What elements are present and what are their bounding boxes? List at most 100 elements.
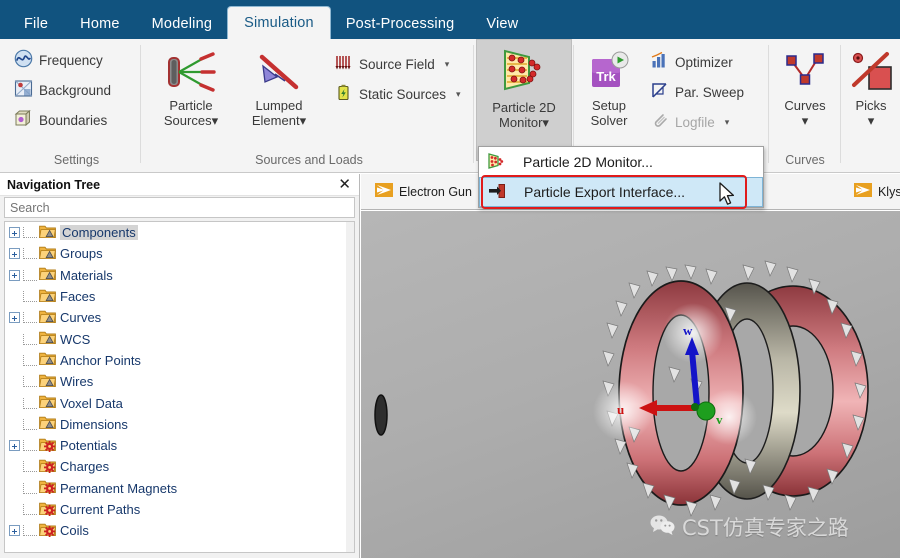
tree-item-label: Materials: [60, 267, 113, 283]
menu-item-particle-2d-monitor[interactable]: Particle 2D Monitor...: [479, 147, 763, 177]
tree-item-voxel-data[interactable]: Voxel Data: [5, 392, 354, 413]
expand-plus-icon[interactable]: [9, 227, 20, 239]
cathode-geometry: [374, 394, 388, 436]
tree-item-components[interactable]: Components: [5, 222, 354, 243]
tree-item-label: Dimensions: [60, 416, 128, 432]
tree-item-charges[interactable]: Charges: [5, 456, 354, 477]
tab-simulation[interactable]: Simulation: [228, 7, 330, 39]
tree-vertical-scrollbar[interactable]: [346, 222, 354, 552]
particle-sources-button[interactable]: Particle Sources▾: [148, 45, 234, 128]
chevron-down-icon[interactable]: ▾: [542, 115, 549, 130]
expand-plus-icon[interactable]: [9, 440, 20, 452]
particle-export-icon: [488, 183, 506, 202]
curves-label: Curves: [784, 98, 826, 113]
tree-item-groups[interactable]: Groups: [5, 243, 354, 264]
boundaries-button[interactable]: Boundaries: [10, 105, 113, 135]
background-button[interactable]: Background: [10, 75, 117, 105]
cst-studio-window: File Home Modeling Simulation Post-Proce…: [0, 0, 900, 558]
ribbon-divider-4: [768, 45, 769, 163]
tree-item-dimensions[interactable]: Dimensions: [5, 414, 354, 435]
particle-sources-label-1: Particle: [169, 98, 213, 113]
tree-item-label: Groups: [60, 246, 103, 262]
3d-viewport[interactable]: w u v: [361, 211, 900, 558]
folder-shape-icon: [39, 245, 56, 263]
folder-gear-icon: [39, 458, 56, 476]
ribbon-divider-1: [140, 45, 141, 163]
tree-item-curves[interactable]: Curves: [5, 307, 354, 328]
tree-connector: [23, 312, 37, 324]
lumped-element-button[interactable]: Lumped Element▾: [236, 45, 322, 128]
par-sweep-button[interactable]: Par. Sweep: [646, 77, 750, 107]
expand-plus-icon[interactable]: [9, 248, 20, 260]
page-title: Navigation Tree: [7, 177, 101, 192]
optimizer-button[interactable]: Optimizer: [646, 47, 750, 77]
tree-item-potentials[interactable]: Potentials: [5, 435, 354, 456]
close-icon[interactable]: ✕: [336, 177, 353, 192]
tree-item-wcs[interactable]: WCS: [5, 328, 354, 349]
chevron-down-icon[interactable]: ▾: [868, 113, 875, 128]
frequency-button[interactable]: Frequency: [10, 45, 109, 75]
tree-item-current-paths[interactable]: Current Paths: [5, 499, 354, 520]
tab-file[interactable]: File: [8, 9, 64, 39]
picks-icon: [849, 49, 893, 95]
setup-solver-label-2: Solver: [590, 113, 628, 128]
lumped-element-icon: [255, 49, 303, 95]
doctab-electron-gun[interactable]: Electron Gun: [367, 179, 480, 205]
chevron-down-icon[interactable]: ▾: [725, 117, 730, 128]
source-field-button[interactable]: Source Field ▾: [330, 49, 467, 79]
boundaries-icon: [14, 109, 33, 131]
particle-sources-label-2: Sources▾: [163, 113, 219, 128]
tree-connector: [23, 461, 37, 473]
chevron-down-icon[interactable]: ▾: [456, 89, 461, 100]
picks-button[interactable]: Picks ▾: [842, 45, 900, 128]
doctab-label: Klystron out: [877, 184, 900, 199]
setup-solver-label-1: Setup: [592, 98, 626, 113]
tab-post-processing[interactable]: Post-Processing: [330, 9, 471, 39]
navigation-tree-list[interactable]: Components Groups Materials Faces Curves WCS A…: [4, 221, 355, 553]
chevron-down-icon[interactable]: ▾: [445, 59, 450, 70]
ribbon-divider-5: [840, 45, 841, 163]
static-sources-button[interactable]: Static Sources ▾: [330, 79, 467, 109]
tree-item-label: Coils: [60, 523, 89, 539]
tab-view[interactable]: View: [470, 9, 534, 39]
ribbon-divider-2: [473, 45, 474, 163]
particle-2d-monitor-button[interactable]: Particle 2D Monitor▾: [476, 39, 572, 161]
chevron-down-icon[interactable]: ▾: [802, 113, 809, 128]
particle-2d-monitor-icon: [487, 152, 505, 172]
tree-item-label: WCS: [60, 331, 91, 347]
tree-item-materials[interactable]: Materials: [5, 265, 354, 286]
expand-plus-icon[interactable]: [9, 269, 20, 281]
tree-item-anchor-points[interactable]: Anchor Points: [5, 350, 354, 371]
tab-modeling[interactable]: Modeling: [136, 9, 228, 39]
particle-2d-monitor-label-1: Particle 2D: [492, 100, 556, 115]
chevron-down-icon[interactable]: ▾: [300, 113, 307, 128]
curves-button[interactable]: Curves ▾: [770, 45, 840, 128]
chevron-down-icon[interactable]: ▾: [212, 113, 219, 128]
ribbon-body: Frequency Background Boundaries Settings…: [0, 39, 900, 173]
tree-item-coils[interactable]: Coils: [5, 520, 354, 541]
tree-item-permanent-magnets[interactable]: Permanent Magnets: [5, 478, 354, 499]
tab-home[interactable]: Home: [64, 9, 135, 39]
background-label: Background: [39, 82, 112, 98]
curves-icon: [782, 49, 828, 95]
tree-connector: [23, 482, 37, 494]
folder-gear-icon: [39, 479, 56, 497]
particle-2d-monitor-label-2: Monitor▾: [499, 115, 549, 130]
expand-plus-icon[interactable]: [9, 312, 20, 324]
logfile-button[interactable]: Logfile ▾: [646, 107, 750, 137]
search-input[interactable]: [4, 197, 355, 218]
expand-plus-icon[interactable]: [9, 525, 20, 537]
tree-item-wires[interactable]: Wires: [5, 371, 354, 392]
setup-solver-button[interactable]: Trk Setup Solver: [576, 45, 642, 128]
folder-gear-icon: [39, 501, 56, 519]
tree-connector: [23, 227, 37, 239]
tree-item-faces[interactable]: Faces: [5, 286, 354, 307]
doctab-klystron-out[interactable]: Klystron out: [846, 179, 900, 205]
tree-connector: [23, 291, 37, 303]
